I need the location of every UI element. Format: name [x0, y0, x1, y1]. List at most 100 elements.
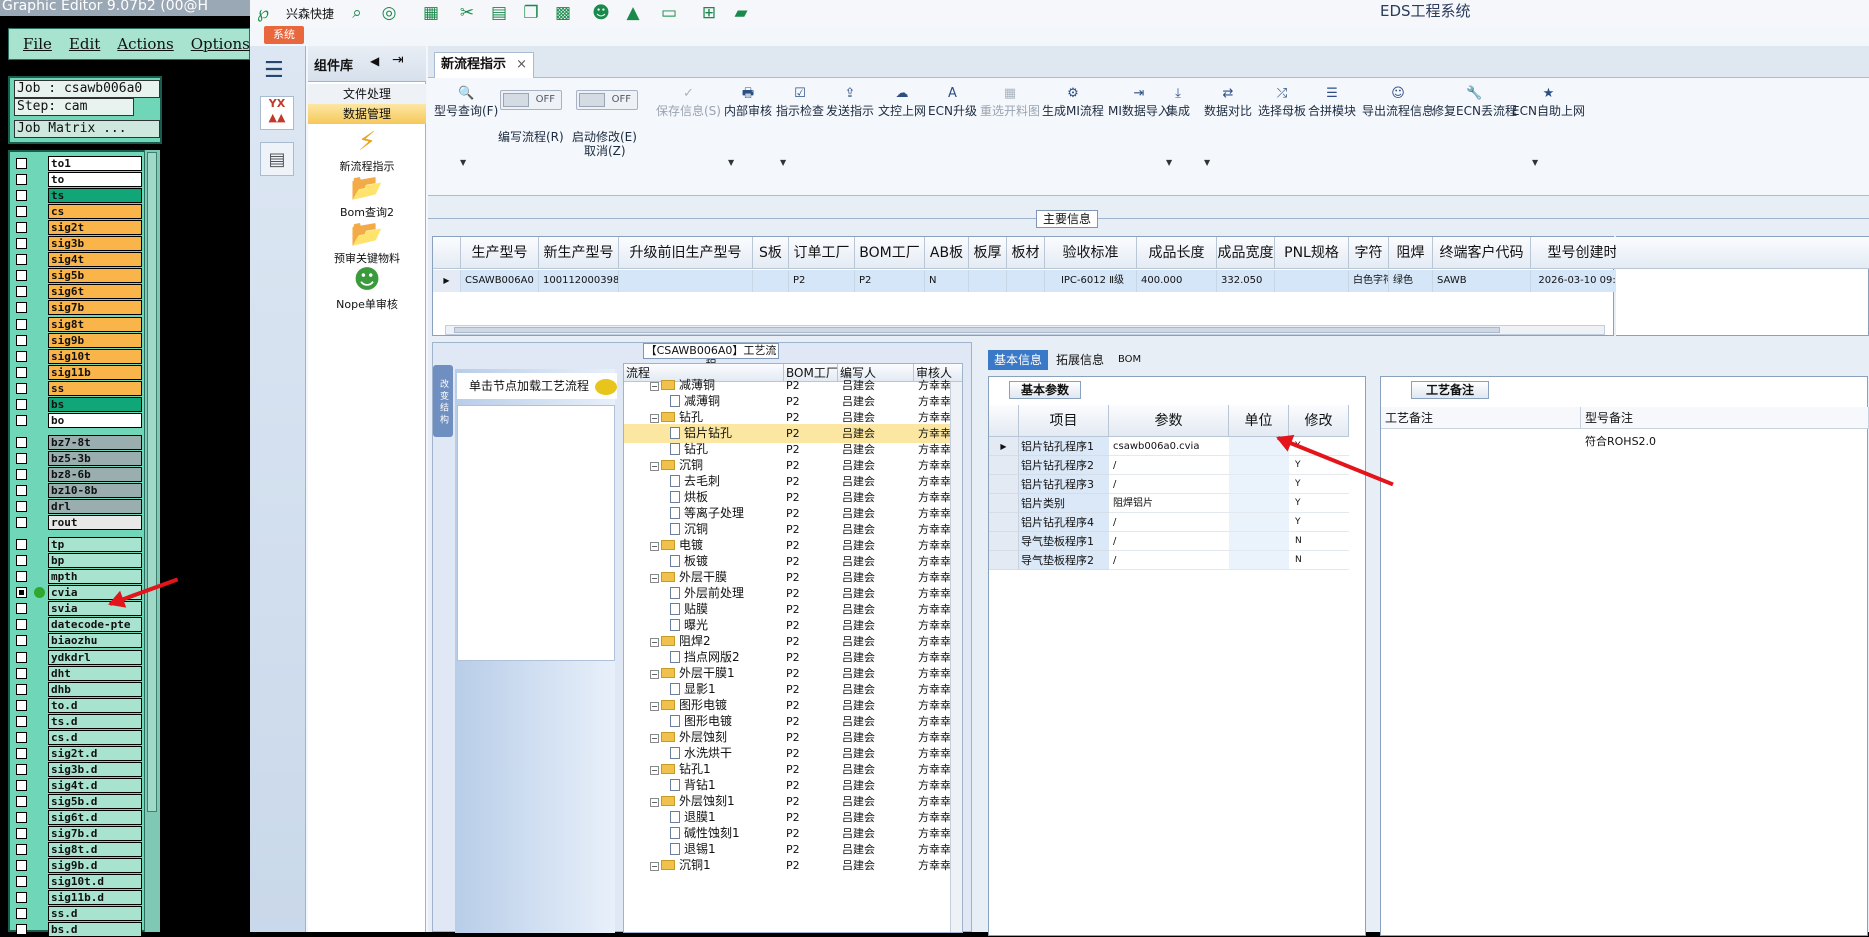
dropdown-caret-icon[interactable]: ▼ [780, 158, 786, 167]
layer-row[interactable]: bz7-8t [10, 434, 142, 450]
expand-toggle-icon[interactable]: − [650, 766, 659, 775]
toolbar-button[interactable]: 🖶 内部审核 [724, 86, 772, 119]
tab-bom[interactable]: BOM [1112, 350, 1147, 370]
toolbar-button[interactable]: ☰ 合拼模块 [1308, 86, 1356, 119]
layer-row[interactable]: ts.d [10, 713, 142, 729]
grid-icon[interactable]: ▩ [552, 3, 574, 23]
layer-name[interactable]: sig5b.d [48, 793, 142, 809]
layer-name[interactable]: sig9b.d [48, 858, 142, 874]
layer-checkbox[interactable] [16, 779, 27, 791]
layer-checkbox[interactable] [16, 715, 27, 727]
layer-checkbox[interactable] [16, 731, 27, 743]
grid-cell[interactable]: 400.000 [1137, 270, 1217, 292]
layer-name[interactable]: sig4t.d [48, 777, 142, 793]
layer-row[interactable]: sig7b.d [10, 826, 142, 842]
layer-name[interactable]: sig11b.d [48, 890, 142, 906]
param-unit[interactable] [1229, 456, 1289, 475]
layer-name[interactable]: rout [48, 515, 142, 531]
param-unit[interactable] [1229, 551, 1289, 570]
layer-name[interactable]: sig3b [48, 236, 142, 252]
toolbar-button[interactable]: ▦ 重选开料图 [980, 86, 1040, 119]
chart-icon[interactable]: ▲ [622, 3, 644, 23]
layer-name[interactable]: sig7b [48, 300, 142, 316]
param-unit[interactable] [1229, 532, 1289, 551]
layer-name[interactable]: sig9b [48, 332, 142, 348]
layer-name[interactable]: mpth [48, 569, 142, 585]
grid-cell[interactable]: 白色字符 [1349, 270, 1389, 292]
library-item-new-flow[interactable]: ⚡ 新流程指示 [308, 126, 426, 174]
expand-toggle-icon[interactable]: − [650, 462, 659, 471]
expand-toggle-icon[interactable]: − [650, 382, 659, 391]
dropdown-caret-icon[interactable]: ▼ [1204, 158, 1210, 167]
grid-cell[interactable]: 332.050 [1217, 270, 1275, 292]
toolbar-button[interactable]: ☺ 导出流程信息 [1362, 86, 1434, 119]
layer-checkbox[interactable] [16, 206, 27, 218]
param-row[interactable]: 导气垫板程序1/ N [989, 532, 1367, 551]
layer-checkbox[interactable] [16, 699, 27, 711]
layer-checkbox[interactable] [16, 812, 27, 823]
layer-checkbox[interactable] [16, 414, 27, 426]
grid-cell[interactable]: SAWB [1433, 270, 1531, 292]
layer-checkbox[interactable] [16, 436, 27, 448]
copy-icon[interactable]: ❐ [520, 3, 542, 23]
grid-col-header[interactable]: 板材 [1007, 237, 1045, 269]
toolbar-button[interactable]: ⤮ 选择母板 [1258, 86, 1306, 119]
grid-col-header[interactable]: 订单工厂 [789, 237, 855, 269]
layer-checkbox[interactable] [16, 924, 27, 936]
param-value[interactable]: / [1109, 456, 1229, 475]
toolbar-button[interactable]: ☑ 指示检查 [776, 86, 824, 119]
layer-row[interactable]: ss.d [10, 906, 142, 922]
layer-row[interactable]: bz5-3b [10, 450, 142, 466]
layer-checkbox[interactable] [16, 860, 27, 872]
layer-checkbox[interactable] [16, 452, 27, 464]
layer-row[interactable]: sig5b.d [10, 793, 142, 809]
layer-checkbox[interactable] [16, 174, 27, 186]
layer-name[interactable]: biaozhu [48, 633, 142, 649]
layer-name[interactable]: ydkdrl [48, 649, 142, 665]
layer-checkbox[interactable] [16, 747, 27, 759]
grid-cell[interactable]: N [925, 270, 969, 292]
layer-row[interactable]: bs.d [10, 922, 142, 937]
layer-name[interactable]: bs [48, 396, 142, 412]
grid-horizontal-scrollbar[interactable] [445, 325, 1605, 335]
toggle-write-flow[interactable]: OFF [500, 90, 562, 110]
layer-name[interactable]: dhb [48, 681, 142, 697]
toggle-knob[interactable] [503, 93, 529, 107]
layer-name[interactable]: datecode-pte [48, 617, 142, 633]
table-icon[interactable]: ▦ [420, 3, 442, 23]
layer-row[interactable]: tp [10, 537, 142, 553]
layer-row[interactable]: ss [10, 380, 142, 396]
book-icon[interactable]: ▰ [730, 3, 752, 23]
layer-name[interactable]: svia [48, 601, 142, 617]
layer-row[interactable]: sig6t.d [10, 810, 142, 825]
job-matrix-button[interactable]: Job Matrix ... [14, 120, 160, 138]
layer-row[interactable]: sig11b.d [10, 890, 142, 906]
menu-actions[interactable]: Actions [117, 35, 173, 53]
layer-row[interactable]: sig2t [10, 220, 142, 236]
layer-row[interactable]: sig11b [10, 364, 142, 380]
toolbar-button[interactable]: 🔍 型号查询(F) [434, 86, 498, 119]
layer-checkbox[interactable] [16, 892, 27, 904]
tree-node[interactable]: − 沉铜1 [650, 856, 711, 875]
layer-checkbox[interactable] [16, 651, 27, 663]
change-structure-tab[interactable]: 改 变 结 构 [433, 365, 453, 437]
layer-name[interactable]: sig2t.d [48, 745, 142, 761]
expand-toggle-icon[interactable]: − [650, 574, 659, 583]
layer-name[interactable]: sig8t [48, 316, 142, 332]
dropdown-caret-icon[interactable]: ▼ [1166, 158, 1172, 167]
expand-toggle-icon[interactable]: − [650, 862, 659, 871]
expand-toggle-icon[interactable]: − [650, 670, 659, 679]
search-icon[interactable]: ⌕ [346, 3, 368, 23]
layer-name[interactable]: bs.d [48, 922, 142, 937]
grid-cell[interactable] [1007, 270, 1045, 292]
layer-checkbox[interactable] [16, 382, 27, 394]
layer-checkbox[interactable] [16, 828, 27, 840]
layer-checkbox[interactable] [16, 763, 27, 775]
toolbar-button[interactable]: ✓ 保存信息(S) [656, 86, 721, 119]
layer-name[interactable]: bz7-8t [48, 434, 142, 450]
layer-checkbox[interactable] [16, 844, 27, 856]
toolbar-button[interactable]: ⤓ 集成 [1166, 86, 1190, 119]
layer-name[interactable]: sig7b.d [48, 826, 142, 842]
layer-checkbox[interactable] [16, 635, 27, 647]
layer-row[interactable]: sig10t.d [10, 874, 142, 890]
